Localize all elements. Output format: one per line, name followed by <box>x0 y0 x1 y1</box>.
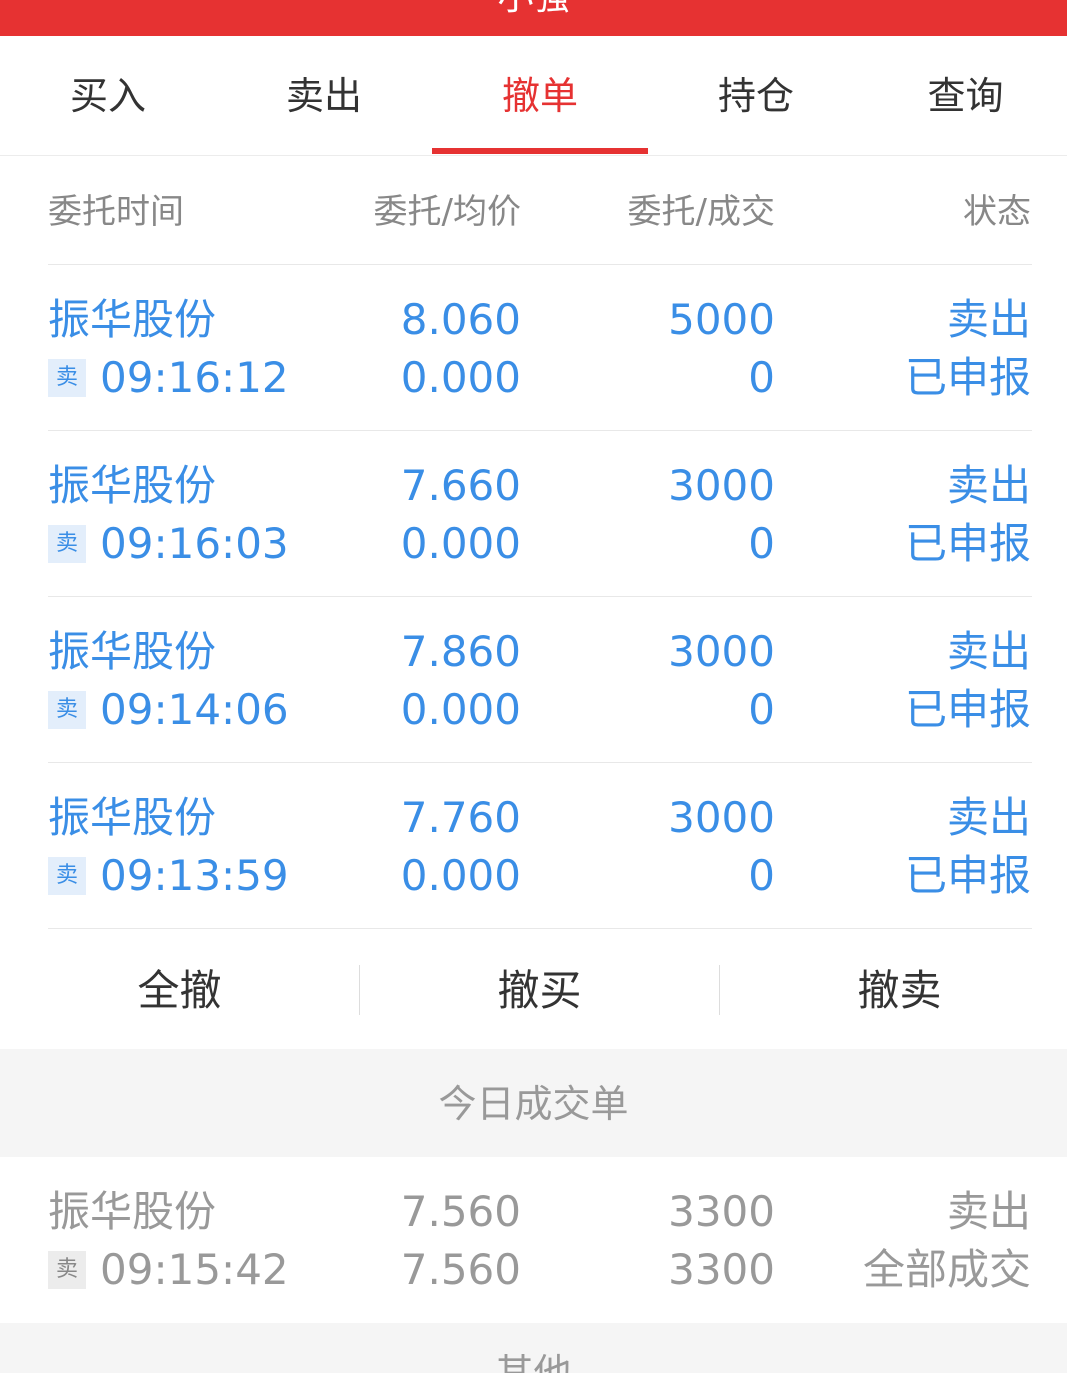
divider <box>48 928 1032 929</box>
stock-name: 振华股份 <box>48 295 217 344</box>
order-row[interactable]: 振华股份 卖 09:16:12 8.060 0.000 5000 0 卖出 已申… <box>0 265 1067 431</box>
avg-price: 0.000 <box>400 851 521 900</box>
cancel-actions: 全撤 撤买 撤卖 <box>0 930 1067 1048</box>
avg-price: 0.000 <box>400 519 521 568</box>
side-badge: 卖 <box>48 857 86 895</box>
filled-qty: 0 <box>748 519 775 568</box>
column-status: 状态 <box>963 192 1031 232</box>
order-column-header: 委托时间 委托/均价 委托/成交 状态 <box>0 156 1067 264</box>
order-qty: 3000 <box>668 461 775 510</box>
trade-row[interactable]: 振华股份 卖 09:15:42 7.560 7.560 3300 3300 卖出… <box>0 1157 1067 1323</box>
app-title: 小强 <box>0 0 1067 20</box>
other-section-title: 其他 <box>495 1351 572 1373</box>
order-status: 已申报 <box>904 519 1031 568</box>
stock-name: 振华股份 <box>48 627 217 676</box>
order-price: 7.660 <box>400 461 521 510</box>
tab-cancel[interactable]: 撤单 <box>432 36 648 155</box>
order-row[interactable]: 振华股份 卖 09:16:03 7.660 0.000 3000 0 卖出 已申… <box>0 431 1067 597</box>
order-row[interactable]: 振华股份 卖 09:14:06 7.860 0.000 3000 0 卖出 已申… <box>0 597 1067 763</box>
order-direction: 卖出 <box>946 627 1031 676</box>
order-price: 7.860 <box>400 627 521 676</box>
stock-name: 振华股份 <box>48 461 217 510</box>
column-time: 委托时间 <box>48 192 184 232</box>
order-direction: 卖出 <box>946 461 1031 510</box>
trade-direction: 卖出 <box>946 1187 1031 1236</box>
cancel-all-button[interactable]: 全撤 <box>0 930 359 1048</box>
order-price: 7.760 <box>400 793 521 842</box>
order-time: 09:16:12 <box>100 353 289 402</box>
order-qty: 3300 <box>668 1187 775 1236</box>
filled-qty: 3300 <box>668 1245 775 1294</box>
order-time: 09:16:03 <box>100 519 289 568</box>
tab-buy[interactable]: 买入 <box>0 36 216 155</box>
column-qty: 委托/成交 <box>627 192 775 232</box>
order-qty: 3000 <box>668 627 775 676</box>
cancel-sell-button[interactable]: 撤卖 <box>720 930 1067 1048</box>
side-badge: 卖 <box>48 691 86 729</box>
order-price: 7.560 <box>400 1187 521 1236</box>
tab-positions[interactable]: 持仓 <box>648 36 864 155</box>
app-header: 小强 <box>0 0 1067 36</box>
active-tab-indicator <box>432 148 648 154</box>
avg-price: 7.560 <box>400 1245 521 1294</box>
tab-sell[interactable]: 卖出 <box>216 36 432 155</box>
side-badge: 卖 <box>48 1251 86 1289</box>
filled-qty: 0 <box>748 353 775 402</box>
filled-qty: 0 <box>748 851 775 900</box>
order-time: 09:13:59 <box>100 851 289 900</box>
cancel-buy-button[interactable]: 撤买 <box>360 930 719 1048</box>
order-direction: 卖出 <box>946 793 1031 842</box>
trade-time: 09:15:42 <box>100 1245 289 1294</box>
stock-name: 振华股份 <box>48 793 217 842</box>
order-status: 已申报 <box>904 353 1031 402</box>
avg-price: 0.000 <box>400 353 521 402</box>
order-status: 已申报 <box>904 685 1031 734</box>
other-section-header: 其他 <box>0 1323 1067 1373</box>
stock-name: 振华股份 <box>48 1187 217 1236</box>
order-row[interactable]: 振华股份 卖 09:13:59 7.760 0.000 3000 0 卖出 已申… <box>0 763 1067 929</box>
order-price: 8.060 <box>400 295 521 344</box>
trade-tabs: 买入 卖出 撤单 持仓 查询 <box>0 36 1067 156</box>
tab-query[interactable]: 查询 <box>864 36 1067 155</box>
order-qty: 3000 <box>668 793 775 842</box>
side-badge: 卖 <box>48 525 86 563</box>
trade-status: 全部成交 <box>862 1245 1031 1294</box>
order-time: 09:14:06 <box>100 685 289 734</box>
avg-price: 0.000 <box>400 685 521 734</box>
filled-qty: 0 <box>748 685 775 734</box>
side-badge: 卖 <box>48 359 86 397</box>
order-qty: 5000 <box>668 295 775 344</box>
order-direction: 卖出 <box>946 295 1031 344</box>
order-status: 已申报 <box>904 851 1031 900</box>
column-price: 委托/均价 <box>373 192 521 232</box>
today-trades-header: 今日成交单 <box>0 1049 1067 1157</box>
